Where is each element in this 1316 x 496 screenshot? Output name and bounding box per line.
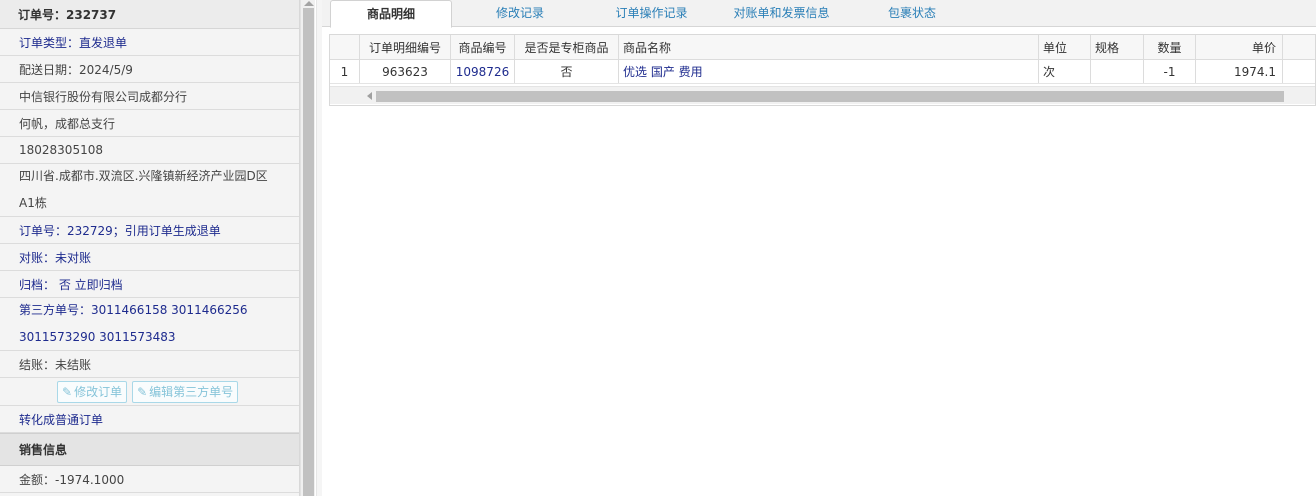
- order-action-buttons: ✎ 修改订单 ✎ 编辑第三方单号: [0, 378, 299, 406]
- cell-product-name-link[interactable]: 优选 国产 费用: [619, 60, 1039, 83]
- amount: 金额：-1974.1000: [0, 466, 299, 493]
- header-line-no[interactable]: 订单明细编号: [360, 35, 451, 59]
- header-dedicated[interactable]: 是否是专柜商品: [515, 35, 619, 59]
- tab-statement-invoice[interactable]: 对账单和发票信息: [719, 0, 844, 27]
- product-detail-grid: 订单明细编号 商品编号 是否是专柜商品 商品名称 单位 规格 数量 单价 1 9…: [329, 34, 1316, 106]
- contact-name: 何帆，成都总支行: [0, 110, 299, 137]
- edit-third-party-button[interactable]: ✎ 编辑第三方单号: [132, 380, 239, 403]
- address-line-2: A1栋: [19, 196, 47, 210]
- edit-third-party-label: 编辑第三方单号: [149, 385, 234, 399]
- order-type: 订单类型：直发退单: [0, 29, 299, 56]
- header-unit[interactable]: 单位: [1039, 35, 1091, 59]
- phone-number: 18028305108: [0, 137, 299, 164]
- scrollbar-thumb[interactable]: [303, 8, 314, 496]
- edit-order-label: 修改订单: [74, 385, 123, 399]
- tab-package-status[interactable]: 包裹状态: [874, 0, 950, 27]
- edit-order-button[interactable]: ✎ 修改订单: [57, 380, 128, 403]
- header-index: [330, 35, 360, 59]
- cell-line-no: 963623: [360, 60, 451, 83]
- tab-order-operation-records[interactable]: 订单操作记录: [599, 0, 704, 27]
- cell-qty: -1: [1144, 60, 1196, 83]
- detail-tabs: 商品明细 修改记录 订单操作记录 对账单和发票信息 包裹状态: [322, 0, 1316, 28]
- address-line-1: 四川省.成都市.双流区.兴隆镇新经济产业园D区: [19, 169, 268, 183]
- edit-icon: ✎: [137, 384, 148, 399]
- reconcile-status: 对账：未对账: [0, 244, 299, 271]
- delivery-date: 配送日期：2024/5/9: [0, 56, 299, 83]
- sales-info-section: 销售信息: [0, 433, 299, 466]
- delivery-address: 四川省.成都市.双流区.兴隆镇新经济产业园D区 A1栋: [0, 164, 299, 217]
- header-price[interactable]: 单价: [1196, 35, 1283, 59]
- cell-price: 1974.1: [1196, 60, 1283, 83]
- edit-icon: ✎: [62, 384, 73, 399]
- cell-filler: [1283, 60, 1315, 83]
- scroll-left-arrow-icon[interactable]: [367, 92, 372, 100]
- third-party-numbers: 第三方单号：3011466158 3011466256 3011573290 3…: [0, 298, 299, 351]
- header-qty[interactable]: 数量: [1144, 35, 1196, 59]
- cell-product-code-link[interactable]: 1098726: [451, 60, 515, 83]
- header-spec[interactable]: 规格: [1091, 35, 1144, 59]
- third-party-line-1: 第三方单号：3011466158 3011466256: [19, 303, 248, 317]
- left-panel-scrollbar[interactable]: [300, 0, 315, 496]
- horizontal-scrollbar-thumb[interactable]: [376, 91, 1284, 102]
- header-product-code[interactable]: 商品编号: [451, 35, 515, 59]
- header-product-name[interactable]: 商品名称: [619, 35, 1039, 59]
- detail-panel: 商品明细 修改记录 订单操作记录 对账单和发票信息 包裹状态 订单明细编号 商品…: [322, 0, 1316, 496]
- grid-horizontal-scrollbar[interactable]: [330, 86, 1315, 104]
- header-filler: [1283, 35, 1315, 59]
- tab-product-details[interactable]: 商品明细: [330, 0, 452, 28]
- reference-order[interactable]: 订单号：232729；引用订单生成退单: [0, 217, 299, 244]
- settlement-status: 结账：未结账: [0, 351, 299, 378]
- tab-modify-records[interactable]: 修改记录: [472, 0, 568, 27]
- third-party-line-2: 3011573290 3011573483: [19, 330, 176, 344]
- cell-spec: [1091, 60, 1144, 83]
- table-row[interactable]: 1 963623 1098726 否 优选 国产 费用 次 -1 1974.1: [330, 60, 1315, 84]
- grid-header-row: 订单明细编号 商品编号 是否是专柜商品 商品名称 单位 规格 数量 单价: [330, 35, 1315, 60]
- scroll-up-arrow-icon[interactable]: [304, 1, 314, 6]
- cell-unit: 次: [1039, 60, 1091, 83]
- order-info-panel: 订单号：232737 订单类型：直发退单 配送日期：2024/5/9 中信银行股…: [0, 0, 300, 496]
- archive-status[interactable]: 归档： 否 立即归档: [0, 271, 299, 298]
- row-index: 1: [330, 60, 360, 83]
- convert-to-normal-order-link[interactable]: 转化成普通订单: [0, 406, 299, 433]
- cell-dedicated: 否: [515, 60, 619, 83]
- order-number-header: 订单号：232737: [0, 0, 299, 29]
- company-name: 中信银行股份有限公司成都分行: [0, 83, 299, 110]
